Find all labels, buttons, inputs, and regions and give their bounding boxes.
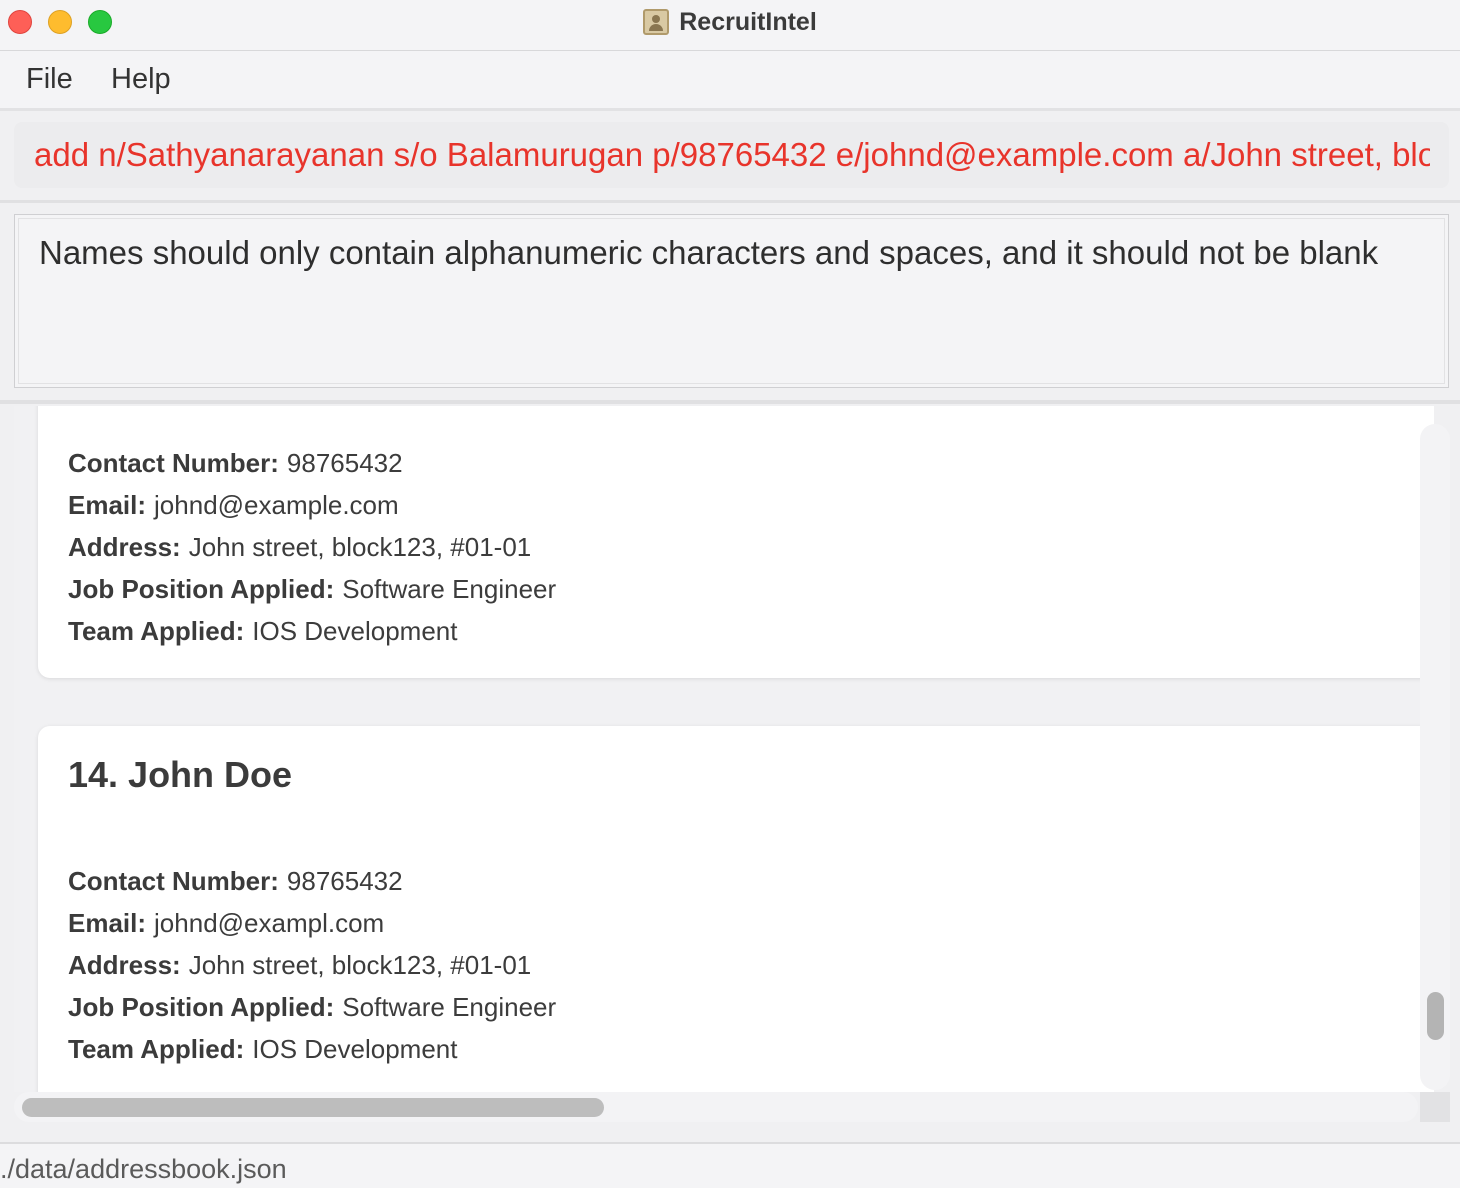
list-item[interactable]: Contact Number: 98765432 Email: johnd@exam… <box>14 406 1434 682</box>
horizontal-scrollbar[interactable] <box>14 1092 1418 1122</box>
job-position-field: Job Position Applied: Software Engineer <box>68 574 556 605</box>
field-label: Team Applied: <box>68 616 245 646</box>
window-title-group: RecruitIntel <box>0 0 1460 44</box>
field-label: Email: <box>68 490 147 520</box>
person-card: Contact Number: 98765432 Email: johnd@exam… <box>38 406 1434 678</box>
menu-bar: File Help <box>0 51 1460 111</box>
result-display: Names should only contain alphanumeric c… <box>14 214 1449 388</box>
list-item[interactable]: 14. John Doe Contact Number: 98765432 Ema… <box>14 704 1434 1092</box>
menu-file[interactable]: File <box>26 63 73 96</box>
menu-help[interactable]: Help <box>111 63 171 96</box>
data-file-path: ./data/addressbook.json <box>0 1154 287 1184</box>
contact-number-field: Contact Number: 98765432 <box>68 448 403 479</box>
contact-number-value: 98765432 <box>286 448 403 478</box>
field-label: Address: <box>68 532 181 562</box>
contact-number-value: 98765432 <box>286 866 403 896</box>
vertical-scrollbar[interactable] <box>1420 424 1450 1090</box>
team-field: Team Applied: IOS Development <box>68 616 457 647</box>
contact-number-field: Contact Number: 98765432 <box>68 866 403 897</box>
command-box <box>14 122 1449 188</box>
person-card: 14. John Doe Contact Number: 98765432 Ema… <box>38 726 1434 1092</box>
address-field: Address: John street, block123, #01-01 <box>68 532 531 563</box>
result-message[interactable]: Names should only contain alphanumeric c… <box>18 218 1445 384</box>
person-list[interactable]: Contact Number: 98765432 Email: johnd@exam… <box>14 406 1434 1092</box>
address-value: John street, block123, #01-01 <box>188 950 532 980</box>
job-position-field: Job Position Applied: Software Engineer <box>68 992 556 1023</box>
address-book-icon <box>643 9 670 35</box>
horizontal-scroll-thumb[interactable] <box>22 1098 604 1117</box>
email-field: Email: johnd@exampl.com <box>68 908 384 939</box>
field-label: Contact Number: <box>68 448 279 478</box>
window-title: RecruitIntel <box>679 7 817 36</box>
email-value: johnd@example.com <box>154 490 399 520</box>
field-label: Email: <box>68 908 147 938</box>
scrollbar-corner <box>1420 1092 1450 1122</box>
job-position-value: Software Engineer <box>342 574 557 604</box>
email-value: johnd@exampl.com <box>154 908 385 938</box>
person-name: 14. John Doe <box>68 754 293 795</box>
field-label: Contact Number: <box>68 866 279 896</box>
field-label: Address: <box>68 950 181 980</box>
team-value: IOS Development <box>252 1034 458 1064</box>
command-input[interactable] <box>34 122 1430 188</box>
address-field: Address: John street, block123, #01-01 <box>68 950 531 981</box>
vertical-scroll-thumb[interactable] <box>1427 992 1444 1040</box>
team-field: Team Applied: IOS Development <box>68 1034 457 1065</box>
address-value: John street, block123, #01-01 <box>188 532 532 562</box>
divider <box>0 200 1460 203</box>
job-position-value: Software Engineer <box>342 992 557 1022</box>
title-bar: RecruitIntel <box>0 0 1460 51</box>
email-field: Email: johnd@example.com <box>68 490 399 521</box>
divider <box>0 400 1460 404</box>
field-label: Team Applied: <box>68 1034 245 1064</box>
field-label: Job Position Applied: <box>68 574 335 604</box>
team-value: IOS Development <box>252 616 458 646</box>
status-bar: ./data/addressbook.json <box>0 1142 1460 1188</box>
field-label: Job Position Applied: <box>68 992 335 1022</box>
